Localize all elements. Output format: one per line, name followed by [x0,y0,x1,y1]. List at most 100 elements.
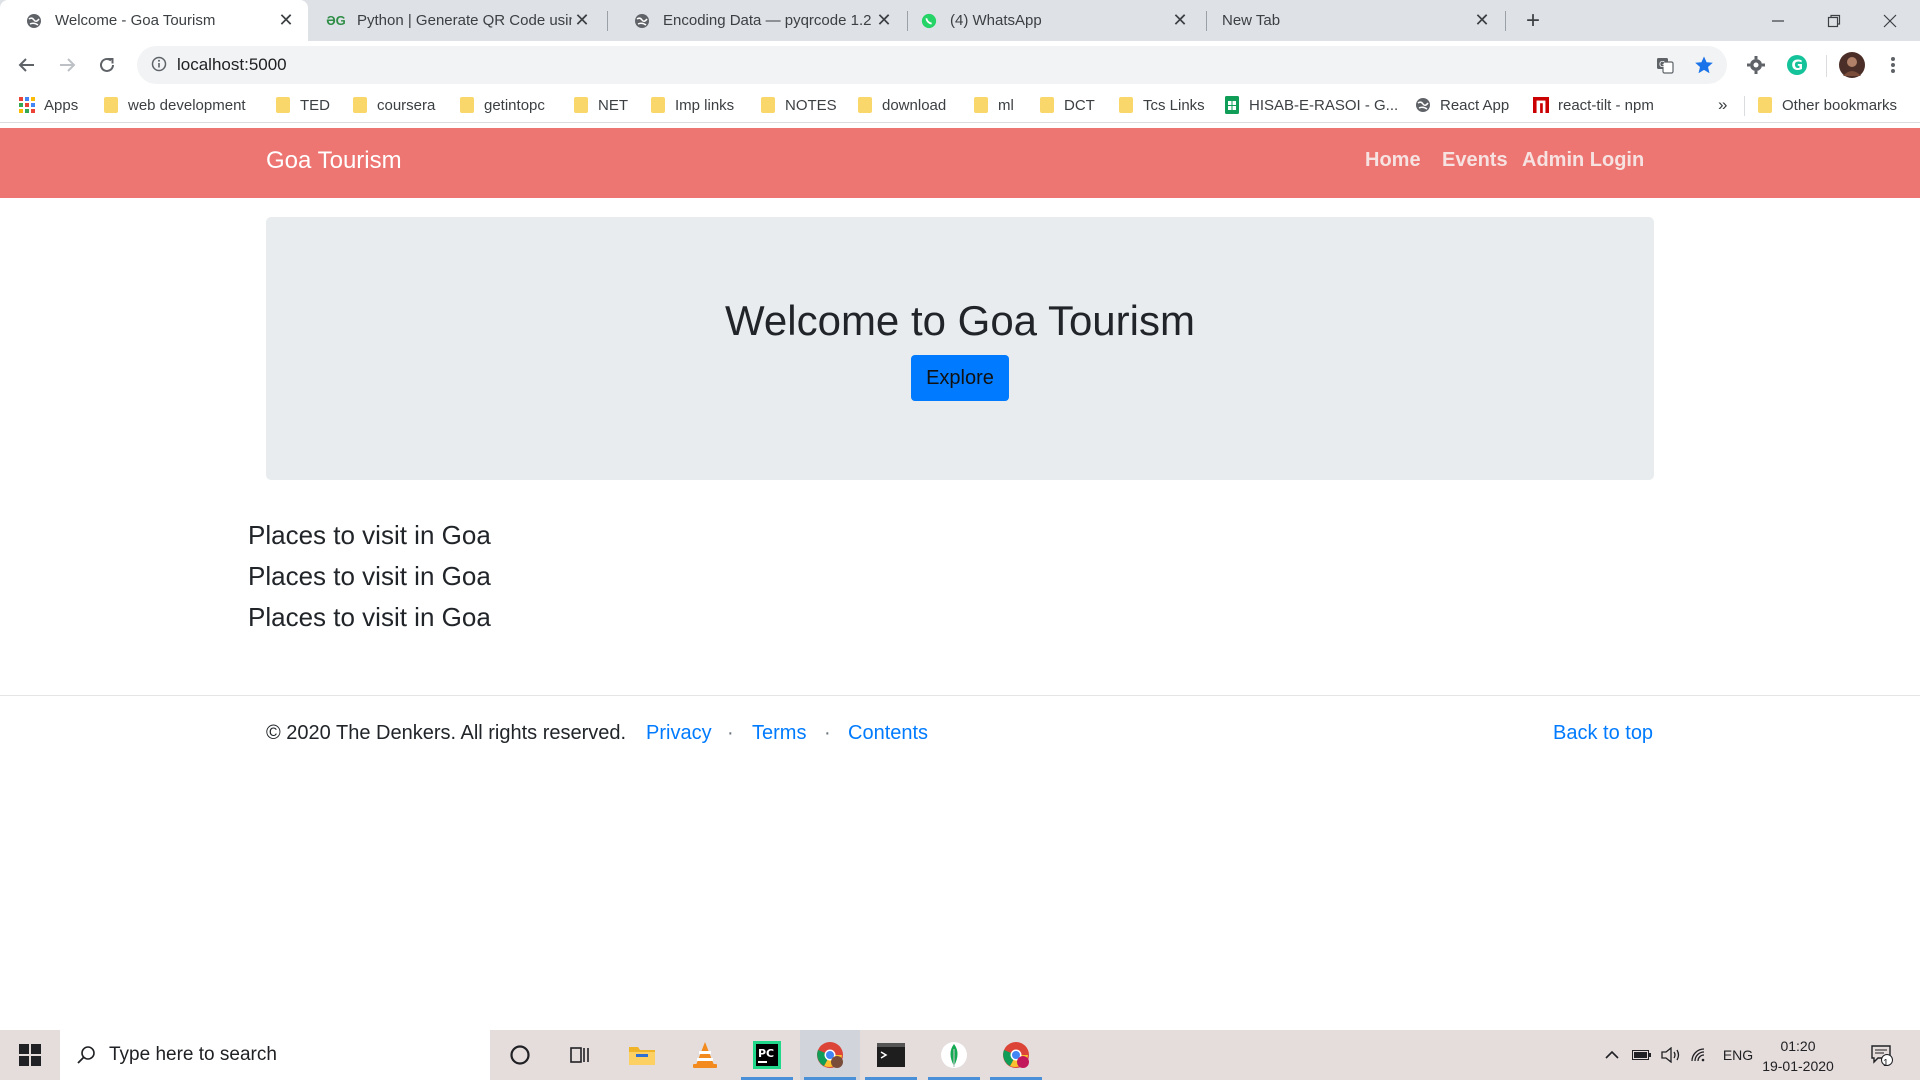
site-brand[interactable]: Goa Tourism [266,147,402,175]
profile-avatar[interactable] [1838,51,1866,79]
hero-jumbotron: Welcome to Goa Tourism Explore [266,217,1654,480]
svg-text:G: G [1792,58,1804,74]
cortana-circle-icon [510,1045,530,1065]
taskbar-search-box[interactable]: Type here to search [60,1030,490,1080]
vlc-cone-icon [693,1042,717,1068]
taskbar-chrome-profile[interactable] [986,1030,1046,1080]
taskbar-file-explorer[interactable] [612,1030,672,1080]
bookmark-web-development[interactable]: web development [103,94,246,116]
close-icon[interactable]: ✕ [1170,10,1190,31]
notification-center-icon [1871,1045,1893,1066]
close-icon[interactable]: ✕ [572,10,592,31]
bookmark-notes[interactable]: NOTES [760,94,837,116]
volume-icon[interactable] [1657,1030,1685,1080]
bookmark-imp-links[interactable]: Imp links [650,94,734,116]
bookmark-other-bookmarks[interactable]: Other bookmarks [1757,94,1897,116]
bookmark-label: HISAB-E-RASOI - G... [1249,96,1399,114]
bookmark-label: Tcs Links [1143,96,1205,114]
tab-new-tab[interactable]: New Tab ✕ [1196,0,1504,41]
taskbar-terminal[interactable] [861,1030,921,1080]
minimize-button[interactable] [1750,0,1806,41]
footer-link-contents[interactable]: Contents [848,722,928,745]
bookmark-hisab-e-rasoi[interactable]: HISAB-E-RASOI - G... [1224,94,1398,116]
back-button[interactable] [13,51,41,79]
close-window-button[interactable] [1862,0,1918,41]
bookmarks-divider [1744,96,1745,116]
extension-gear-icon[interactable] [1742,51,1770,79]
restore-button[interactable] [1806,0,1862,41]
tab-welcome-goa-tourism[interactable]: Welcome - Goa Tourism ✕ [0,0,308,41]
bookmark-tcs-links[interactable]: Tcs Links [1118,94,1205,116]
close-icon[interactable]: ✕ [874,10,894,31]
bookmark-label: web development [128,96,246,114]
close-icon[interactable]: ✕ [276,10,296,31]
bookmark-label: Apps [44,96,79,114]
bookmark-ml[interactable]: ml [973,94,1014,116]
arrow-right-icon [60,58,76,72]
bookmark-download[interactable]: download [857,94,946,116]
globe-icon [26,13,42,29]
taskbar-pycharm[interactable]: PC [737,1030,797,1080]
taskbar-mongodb-compass[interactable] [924,1030,984,1080]
new-tab-button[interactable]: + [1520,7,1546,34]
language-indicator[interactable]: ENG [1718,1030,1758,1080]
bookmark-star-icon[interactable] [1694,55,1714,75]
taskbar-chrome[interactable] [800,1030,860,1080]
battery-icon[interactable] [1628,1030,1656,1080]
address-bar[interactable]: localhost:5000 G [137,46,1727,84]
folder-icon [650,97,666,113]
tray-overflow-chevron-icon[interactable] [1600,1030,1624,1080]
bookmark-net[interactable]: NET [573,94,628,116]
bookmark-react-app[interactable]: React App [1415,94,1509,116]
svg-text:PC: PC [758,1047,774,1060]
chrome-icon [1003,1042,1029,1068]
clock-time: 01:20 [1780,1038,1816,1054]
folder-icon [1039,97,1055,113]
bookmark-dct[interactable]: DCT [1039,94,1095,116]
tab-encoding-data[interactable]: Encoding Data — pyqrcode 1.2 d ✕ [608,0,906,41]
notifications-button[interactable]: 1 [1862,1030,1902,1080]
bookmark-label: coursera [377,96,436,114]
system-clock[interactable]: 01:20 19-01-2020 [1760,1036,1836,1076]
tab-whatsapp[interactable]: (4) WhatsApp ✕ [895,0,1202,41]
reload-button[interactable] [93,51,121,79]
nav-link-home[interactable]: Home [1365,149,1421,172]
explore-button[interactable]: Explore [911,355,1009,401]
footer-link-terms[interactable]: Terms [752,722,806,745]
bookmark-label: React App [1440,96,1510,114]
tab-strip: Welcome - Goa Tourism ✕ ƏG Python | Gene… [0,0,1920,41]
taskbar-vlc[interactable] [675,1030,735,1080]
arrow-left-icon [18,58,34,72]
info-icon[interactable] [151,56,167,72]
search-placeholder: Type here to search [109,1044,277,1065]
bookmarks-bar: Apps web development TED coursera getint… [0,88,1920,123]
start-button[interactable] [0,1030,60,1080]
bookmarks-overflow-button[interactable]: » [1718,94,1727,116]
footer-back-to-top[interactable]: Back to top [1553,722,1653,745]
cortana-button[interactable] [490,1030,550,1080]
bookmark-getintopc[interactable]: getintopc [459,94,545,116]
bookmark-coursera[interactable]: coursera [352,94,435,116]
bookmark-label: DCT [1064,96,1095,114]
tab-python-qr-code[interactable]: ƏG Python | Generate QR Code using ✕ [302,0,604,41]
menu-kebab-icon[interactable] [1879,51,1907,79]
bookmark-label: NET [598,96,628,114]
folder-icon [973,97,989,113]
task-view-button[interactable] [550,1030,610,1080]
folder-icon [103,97,119,113]
bookmark-label: react-tilt - npm [1558,96,1654,114]
nav-link-events[interactable]: Events [1442,149,1508,172]
clock-date: 19-01-2020 [1762,1058,1834,1074]
bookmark-react-tilt-npm[interactable]: react-tilt - npm [1533,94,1654,116]
forward-button[interactable] [53,51,81,79]
translate-icon[interactable]: G [1655,55,1675,75]
nav-link-admin-login[interactable]: Admin Login [1522,149,1644,172]
close-icon [1883,14,1897,27]
windows-logo-icon [19,1044,41,1066]
close-icon[interactable]: ✕ [1472,10,1492,31]
bookmark-ted[interactable]: TED [275,94,330,116]
footer-link-privacy[interactable]: Privacy [646,722,712,745]
grammarly-icon[interactable]: G [1783,51,1811,79]
bookmark-apps[interactable]: Apps [19,94,78,116]
wifi-icon[interactable] [1686,1030,1714,1080]
